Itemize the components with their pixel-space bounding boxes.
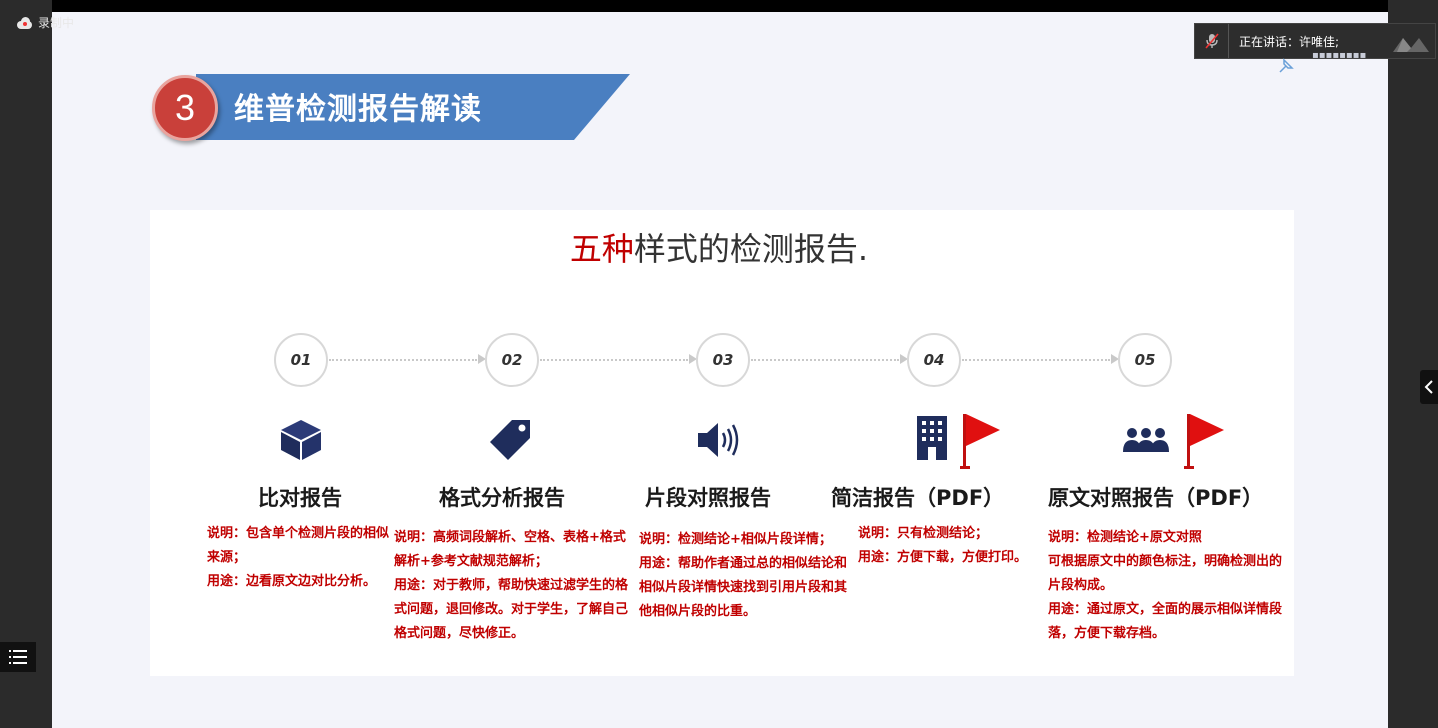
report-desc-5: 说明：检测结论+原文对照 可根据原文中的颜色标注，明确检测出的片段构成。 用途：… xyxy=(1048,526,1284,646)
cube-icon xyxy=(281,420,321,460)
connector-line xyxy=(540,359,688,361)
step-number-04: 04 xyxy=(907,333,961,387)
red-flag-icon xyxy=(960,414,1000,469)
recording-label: 录制中 xyxy=(38,16,75,30)
desc-line: 说明：高频词段解析、空格、表格+格式解析+参考文献规范解析； xyxy=(394,530,626,569)
tag-icon xyxy=(490,420,530,460)
desc-line: 可根据原文中的颜色标注，明确检测出的片段构成。 xyxy=(1048,554,1283,593)
desc-line: 说明：只有检测结论； xyxy=(858,526,989,541)
speaker-icon xyxy=(698,423,739,457)
report-desc-2: 说明：高频词段解析、空格、表格+格式解析+参考文献规范解析； 用途：对于教师，帮… xyxy=(394,526,628,646)
recording-indicator[interactable]: 录制中 xyxy=(16,14,74,31)
report-desc-4: 说明：只有检测结论； 用途：方便下载，方便打印。 xyxy=(858,522,1044,570)
step-number-03: 03 xyxy=(696,333,750,387)
collapse-panel-button[interactable] xyxy=(1420,370,1438,404)
desc-line: 用途：帮助作者通过总的相似结论和相似片段详情快速找到引用片段和其他相似片段的比重… xyxy=(639,556,848,619)
report-title-5: 原文对照报告（PDF） xyxy=(1048,486,1264,510)
connector-line xyxy=(962,359,1110,361)
desc-line: 用途：方便下载，方便打印。 xyxy=(858,550,1028,565)
connector-line xyxy=(329,359,477,361)
speaker-text: 正在讲话：许唯佳; xyxy=(1239,34,1340,49)
step-number-05: 05 xyxy=(1118,333,1172,387)
record-cloud-icon xyxy=(16,16,34,29)
menu-button[interactable] xyxy=(0,642,36,672)
chevron-left-icon xyxy=(1424,380,1433,394)
desc-line: 用途：通过原文，全面的展示相似详情段落，方便下载存档。 xyxy=(1048,602,1283,641)
desc-line: 说明：检测结论+相似片段详情； xyxy=(639,532,832,547)
pin-icon xyxy=(1279,58,1294,73)
heading-rest: 样式的检测报告. xyxy=(633,230,869,268)
app-logo-icon xyxy=(1393,38,1429,52)
slide-heading: 五种样式的检测报告. xyxy=(0,224,1438,270)
building-icon xyxy=(917,416,947,460)
report-desc-1: 说明：包含单个检测片段的相似来源； 用途：边看原文边对比分析。 xyxy=(207,522,389,594)
screen-share-top-edge xyxy=(52,0,1388,12)
report-title-2: 格式分析报告 xyxy=(439,486,565,510)
report-title-4: 简洁报告（PDF） xyxy=(831,486,1005,510)
desc-line: 说明：检测结论+原文对照 xyxy=(1048,530,1202,545)
connector-line xyxy=(751,359,899,361)
section-title: 维普检测报告解读 xyxy=(234,92,482,127)
step-number-01: 01 xyxy=(274,333,328,387)
desc-line: 说明：包含单个检测片段的相似来源； xyxy=(207,526,390,565)
red-flag-icon xyxy=(1184,414,1224,469)
list-menu-icon xyxy=(9,650,27,664)
heading-highlight: 五种 xyxy=(569,230,634,268)
step-number-02: 02 xyxy=(485,333,539,387)
desc-line: 用途：边看原文边对比分析。 xyxy=(207,574,377,589)
mic-muted-icon xyxy=(1195,24,1229,58)
people-icon xyxy=(1123,428,1169,452)
faint-logo-text: ▪▪▪▪▪▪▪▪ xyxy=(1312,50,1367,61)
report-desc-3: 说明：检测结论+相似片段详情； 用途：帮助作者通过总的相似结论和相似片段详情快速… xyxy=(639,528,859,624)
desc-line: 用途：对于教师，帮助快速过滤学生的格式问题，退回修改。对于学生，了解自己格式问题… xyxy=(394,578,629,641)
report-title-1: 比对报告 xyxy=(258,486,342,510)
section-number-badge: 3 xyxy=(152,75,218,141)
report-title-3: 片段对照报告 xyxy=(645,486,771,510)
